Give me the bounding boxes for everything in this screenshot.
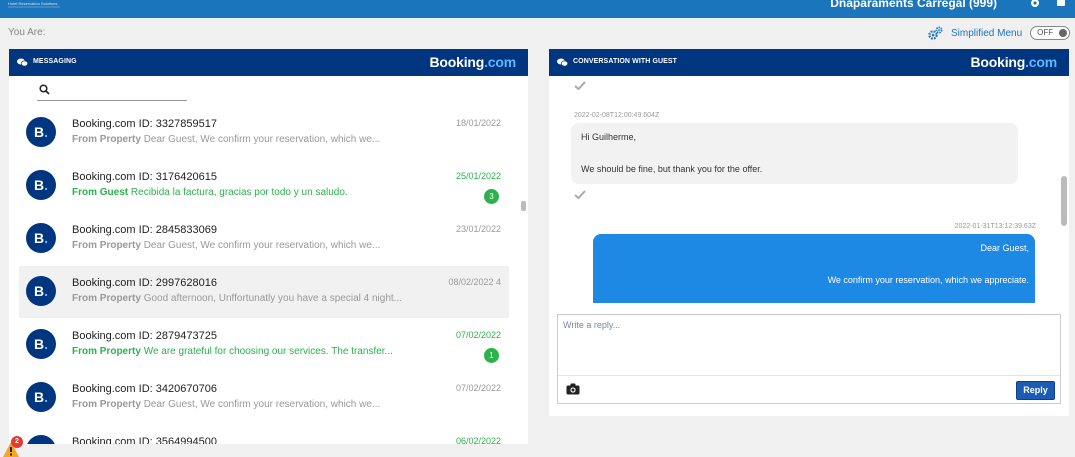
thread-date: 25/01/2022 — [455, 171, 501, 181]
thread-snippet: Dear Guest, We confirm your reservation,… — [143, 399, 381, 410]
booking-logo: Booking.com — [429, 54, 517, 70]
thread-item[interactable]: B. Booking.com ID: 3176420615 25/01/2022 Fr… — [19, 160, 509, 212]
reply-button[interactable]: Reply — [1016, 381, 1055, 400]
conversation-panel: CONVERSATION WITH GUEST Booking.com 2022… — [549, 49, 1069, 416]
list-scrollbar[interactable] — [521, 201, 526, 211]
gear-icon[interactable] — [1029, 0, 1041, 9]
chat-bubbles-icon — [17, 58, 28, 67]
thread-sender: From Property — [72, 399, 141, 410]
message-line: Hi Guilherme, — [581, 132, 637, 142]
incoming-message: Hi Guilherme, We should be fine, but tha… — [571, 123, 1018, 184]
notifications-icon[interactable] — [1055, 0, 1067, 9]
thread-item[interactable]: B. Booking.com ID: 3420670706 07/02/2022 Fr… — [19, 372, 509, 424]
messaging-title: MESSAGING — [33, 58, 77, 65]
alert-count-badge: 2 — [11, 436, 23, 448]
thread-preview: From Property We are grateful for choosi… — [72, 346, 417, 357]
booking-avatar-icon: B. — [26, 117, 56, 147]
search-icon — [39, 84, 50, 95]
thread-sender: From Property — [72, 346, 141, 357]
chat-bubbles-icon — [557, 58, 568, 67]
simplified-menu: Simplified Menu OFF — [928, 25, 1071, 41]
booking-avatar-icon: B. — [26, 382, 56, 412]
brand-name: Booking — [429, 54, 485, 70]
thread-preview: From Property Good afternoon, Unffortuna… — [72, 293, 417, 304]
thread-sender: From Property — [72, 240, 141, 251]
message-timestamp: 2022-02-08T12:00:49.604Z — [574, 112, 660, 119]
thread-item[interactable]: B. Booking.com ID: 3564994500 06/02/2022 — [19, 425, 509, 444]
unread-badge: 3 — [484, 189, 499, 204]
message-line: We should be fine, but thank you for the… — [581, 164, 763, 174]
booking-avatar-icon: B. — [26, 435, 56, 444]
thread-preview: From Property Dear Guest, We confirm you… — [72, 134, 417, 145]
simplified-menu-label: Simplified Menu — [951, 27, 1023, 39]
reply-input[interactable] — [558, 315, 1060, 376]
checkmark-icon — [574, 190, 586, 199]
thread-snippet: Dear Guest, We confirm your reservation,… — [143, 240, 381, 251]
conversation-scrollbar[interactable] — [1061, 176, 1067, 226]
thread-snippet: Dear Guest, We confirm your reservation,… — [143, 134, 381, 145]
thread-item[interactable]: B. Booking.com ID: 2997628016 08/02/2022 4… — [19, 266, 509, 318]
thread-title: Booking.com ID: 3564994500 — [72, 436, 217, 444]
brand-name: Booking — [970, 54, 1026, 70]
top-bar: Hotel Reservation Solutions Dnaparaments… — [0, 0, 1075, 18]
messaging-header: MESSAGING Booking.com — [9, 49, 528, 76]
conversation-title: CONVERSATION WITH GUEST — [573, 58, 678, 65]
thread-preview: From Guest Recibida la factura, gracias … — [72, 187, 417, 198]
booking-avatar-icon: B. — [26, 223, 56, 253]
checkmark-icon — [574, 81, 586, 90]
thread-preview: From Property Dear Guest, We confirm you… — [72, 240, 417, 251]
thread-date: 18/01/2022 — [455, 118, 501, 128]
brand-suffix: .com — [484, 54, 516, 70]
thread-date: 23/01/2022 — [455, 224, 501, 234]
search-box[interactable] — [37, 82, 187, 101]
brand-suffix: .com — [1025, 54, 1057, 70]
booking-logo: Booking.com — [970, 54, 1058, 70]
simplified-menu-toggle[interactable]: OFF — [1030, 26, 1071, 40]
thread-title: Booking.com ID: 2845833069 — [72, 224, 217, 236]
toggle-state: OFF — [1037, 28, 1054, 37]
outgoing-message: Dear Guest, We confirm your reservation,… — [593, 234, 1035, 303]
conversation-thread: 2022-02-08T12:00:49.604Z Hi Guilherme, W… — [549, 76, 1069, 303]
camera-icon[interactable] — [566, 383, 580, 395]
thread-preview: From Property Dear Guest, We confirm you… — [72, 399, 417, 410]
thread-item[interactable]: B. Booking.com ID: 2845833069 23/01/2022 Fr… — [19, 213, 509, 265]
reply-box: Reply — [557, 314, 1061, 404]
thread-date: 07/02/2022 — [455, 383, 501, 393]
thread-list: B. Booking.com ID: 3327859517 18/01/2022 Fr… — [19, 107, 509, 444]
message-line: Dear Guest, — [980, 243, 1029, 253]
cogs-icon — [928, 26, 943, 40]
thread-sender: From Property — [72, 134, 141, 145]
thread-sender: From Guest — [72, 187, 129, 198]
message-line: We confirm your reservation, which we ap… — [827, 275, 1029, 285]
booking-avatar-icon: B. — [26, 170, 56, 200]
messaging-panel: MESSAGING Booking.com B. Booking.com ID: … — [9, 49, 528, 444]
thread-snippet: Good afternoon, Unffortunatly you have a… — [143, 293, 403, 304]
thread-sender: From Property — [72, 293, 141, 304]
unread-badge: 1 — [484, 348, 499, 363]
thread-snippet: Recibida la factura, gracias por todo y … — [130, 187, 348, 198]
thread-date: 07/02/2022 — [455, 330, 501, 340]
thread-title: Booking.com ID: 3176420615 — [72, 171, 217, 183]
thread-title: Booking.com ID: 3327859517 — [72, 118, 217, 130]
breadcrumb: You Are: — [8, 27, 46, 38]
message-timestamp: 2022-01-31T13:12:39.63Z — [954, 223, 1036, 230]
user-menu[interactable]: Dnaparaments Carregal (999) — [830, 0, 997, 10]
thread-snippet: We are grateful for choosing our service… — [143, 346, 393, 357]
thread-item[interactable]: B. Booking.com ID: 3327859517 18/01/2022 Fr… — [19, 107, 509, 159]
booking-avatar-icon: B. — [26, 276, 56, 306]
conversation-header: CONVERSATION WITH GUEST Booking.com — [549, 49, 1069, 76]
thread-title: Booking.com ID: 2879473725 — [72, 330, 217, 342]
logo-tagline: Hotel Reservation Solutions — [8, 1, 58, 6]
booking-avatar-icon: B. — [26, 329, 56, 359]
thread-title: Booking.com ID: 3420670706 — [72, 383, 217, 395]
thread-date: 08/02/2022 4 — [448, 277, 501, 287]
toggle-knob — [1059, 29, 1068, 37]
thread-item[interactable]: B. Booking.com ID: 2879473725 07/02/2022 Fr… — [19, 319, 509, 371]
thread-title: Booking.com ID: 2997628016 — [72, 277, 217, 289]
thread-date: 06/02/2022 — [455, 436, 501, 444]
